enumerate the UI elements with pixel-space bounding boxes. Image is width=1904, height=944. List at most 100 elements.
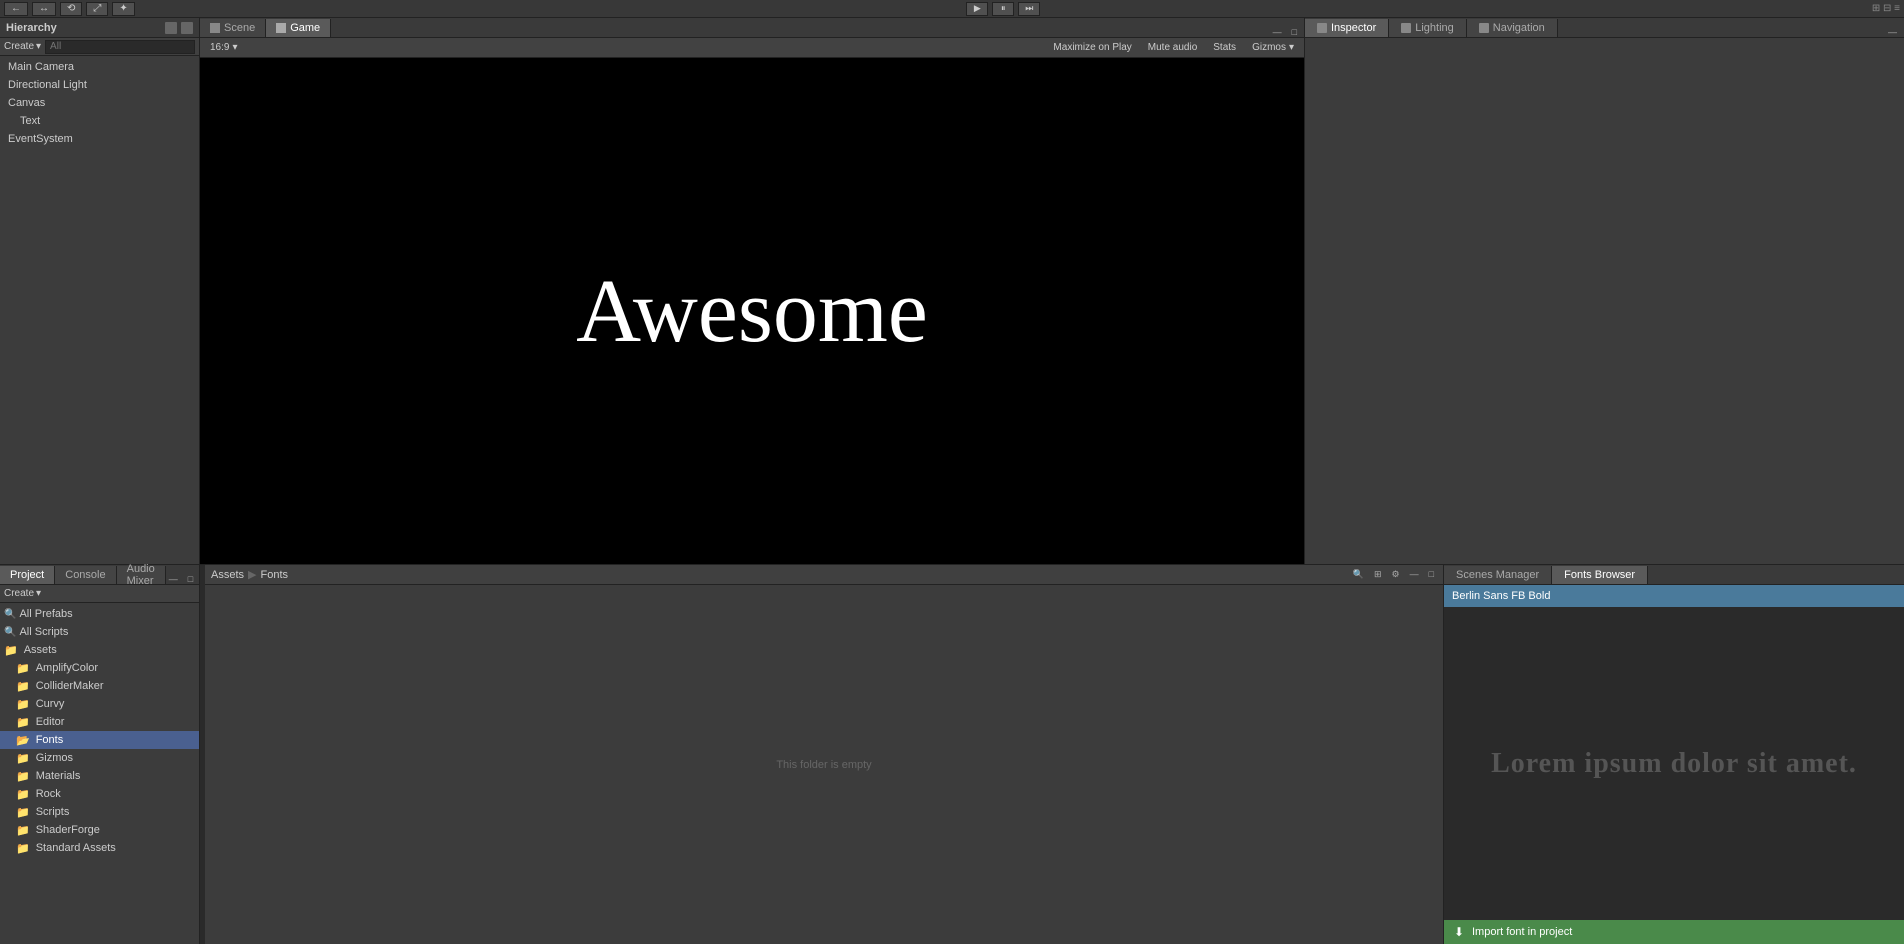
inspector-content (1305, 38, 1904, 564)
file-search-btn[interactable]: 🔍 (1350, 569, 1367, 580)
empty-folder-message: This folder is empty (776, 759, 871, 771)
file-toolbar-right: 🔍 ⊞ ⚙ — □ (1350, 569, 1437, 580)
file-content-area: This folder is empty (205, 585, 1443, 944)
hier-item-canvas[interactable]: Canvas (0, 94, 199, 112)
project-panel: Project Console Audio Mixer — □ Create ▾… (0, 565, 200, 944)
right-panel: Inspector Lighting Navigation — (1304, 18, 1904, 564)
project-minimize[interactable]: — (166, 574, 181, 584)
center-maximize-btn[interactable]: □ (1289, 27, 1300, 37)
gizmos-dropdown[interactable]: Gizmos ▾ (1248, 40, 1298, 56)
tree-fonts[interactable]: 📂 Fonts (0, 731, 199, 749)
project-maximize[interactable]: □ (185, 574, 196, 584)
inspector-tab-icon (1317, 23, 1327, 33)
font-selected-bar: Berlin Sans FB Bold (1444, 585, 1904, 607)
file-maximize-btn[interactable]: □ (1426, 569, 1437, 580)
toolbar-btn-5[interactable]: ✦ (112, 2, 134, 16)
folder-icon-shaderforge: 📁 (16, 824, 30, 837)
tree-rock[interactable]: 📁 Rock (0, 785, 199, 803)
game-tab-icon (276, 23, 286, 33)
hierarchy-create-btn[interactable]: Create ▾ (4, 41, 41, 52)
hier-item-event-system[interactable]: EventSystem (0, 130, 199, 148)
selected-font-name: Berlin Sans FB Bold (1452, 590, 1550, 602)
hierarchy-title: Hierarchy (6, 22, 57, 34)
hier-item-main-camera[interactable]: Main Camera (0, 58, 199, 76)
right-panel-minimize[interactable]: — (1885, 27, 1900, 37)
tab-navigation[interactable]: Navigation (1467, 19, 1558, 37)
project-create-btn[interactable]: Create ▾ (4, 588, 41, 599)
play-button[interactable]: ▶ (966, 2, 988, 16)
center-minimize-btn[interactable]: — (1270, 27, 1285, 37)
view-tabs: Scene Game — □ (200, 18, 1304, 38)
tree-materials[interactable]: 📁 Materials (0, 767, 199, 785)
file-minimize-btn[interactable]: — (1407, 569, 1422, 580)
tree-curvy[interactable]: 📁 Curvy (0, 695, 199, 713)
breadcrumb-assets[interactable]: Assets (211, 569, 244, 581)
tab-scenes-manager[interactable]: Scenes Manager (1444, 566, 1552, 584)
file-view-btn[interactable]: ⊞ (1371, 569, 1385, 580)
toolbar-btn-4[interactable]: ⤢ (86, 2, 108, 16)
tab-audio-mixer[interactable]: Audio Mixer (117, 566, 166, 584)
import-font-label: Import font in project (1472, 926, 1572, 938)
folder-icon-amplify: 📁 (16, 662, 30, 675)
breadcrumb-fonts[interactable]: Fonts (260, 569, 288, 581)
stats-btn[interactable]: Stats (1209, 40, 1240, 56)
hier-item-directional-light[interactable]: Directional Light (0, 76, 199, 94)
mute-audio-btn[interactable]: Mute audio (1144, 40, 1201, 56)
file-settings-btn[interactable]: ⚙ (1388, 569, 1402, 580)
tab-inspector[interactable]: Inspector (1305, 19, 1389, 37)
tree-all-prefabs[interactable]: 🔍 All Prefabs (0, 605, 199, 623)
scene-tab-icon (210, 23, 220, 33)
toolbar-btn-3[interactable]: ⟲ (60, 2, 82, 16)
hierarchy-header-icons (165, 22, 193, 34)
tab-game[interactable]: Game (266, 19, 331, 37)
hierarchy-search-input[interactable] (45, 40, 195, 54)
tree-standard-assets[interactable]: 📁 Standard Assets (0, 839, 199, 857)
search-icon-scripts: 🔍 (4, 627, 16, 638)
hierarchy-menu-icon[interactable] (181, 22, 193, 34)
hier-item-text[interactable]: Text (0, 112, 199, 130)
folder-icon-assets: 📁 (4, 644, 18, 657)
hierarchy-items: Main Camera Directional Light Canvas Tex… (0, 56, 199, 564)
folder-icon-collider: 📁 (16, 680, 30, 693)
tab-project[interactable]: Project (0, 566, 55, 584)
game-toolbar: 16:9 ▾ Maximize on Play Mute audio Stats… (200, 38, 1304, 58)
tree-editor[interactable]: 📁 Editor (0, 713, 199, 731)
folder-icon-fonts: 📂 (16, 734, 30, 747)
tab-lighting[interactable]: Lighting (1389, 19, 1467, 37)
hierarchy-panel: Hierarchy Create ▾ Main Camera Direction… (0, 18, 200, 564)
tree-scripts[interactable]: 📁 Scripts (0, 803, 199, 821)
fonts-preview-area: Lorem ipsum dolor sit amet. (1444, 607, 1904, 920)
top-toolbar: ← ↔ ⟲ ⤢ ✦ ▶ ⏸ ⏭ ⊞ ⊟ ≡ (0, 0, 1904, 18)
folder-icon-rock: 📁 (16, 788, 30, 801)
toolbar-right: ⊞ ⊟ ≡ (1872, 3, 1900, 14)
tree-all-scripts[interactable]: 🔍 All Scripts (0, 623, 199, 641)
game-viewport: Awesome (200, 58, 1304, 564)
main-layout: Hierarchy Create ▾ Main Camera Direction… (0, 18, 1904, 564)
hierarchy-header: Hierarchy (0, 18, 199, 38)
lighting-tab-icon (1401, 23, 1411, 33)
fonts-browser-panel: Scenes Manager Fonts Browser Berlin Sans… (1444, 565, 1904, 944)
step-button[interactable]: ⏭ (1018, 2, 1040, 16)
tab-console[interactable]: Console (55, 566, 116, 584)
project-toolbar: Create ▾ (0, 585, 199, 603)
pause-button[interactable]: ⏸ (992, 2, 1014, 16)
tree-amplify-color[interactable]: 📁 AmplifyColor (0, 659, 199, 677)
toolbar-btn-2[interactable]: ↔ (32, 2, 56, 16)
hierarchy-lock-icon[interactable] (165, 22, 177, 34)
right-panel-tabs: Inspector Lighting Navigation — (1305, 18, 1904, 38)
tree-assets-root[interactable]: 📁 Assets (0, 641, 199, 659)
tree-shader-forge[interactable]: 📁 ShaderForge (0, 821, 199, 839)
maximize-on-play-btn[interactable]: Maximize on Play (1049, 40, 1135, 56)
bottom-section: Project Console Audio Mixer — □ Create ▾… (0, 564, 1904, 944)
toolbar-btn-1[interactable]: ← (4, 2, 28, 16)
import-font-btn[interactable]: ⬇ Import font in project (1444, 920, 1904, 944)
aspect-dropdown[interactable]: 16:9 ▾ (206, 40, 242, 56)
tree-gizmos[interactable]: 📁 Gizmos (0, 749, 199, 767)
game-toolbar-right: Maximize on Play Mute audio Stats Gizmos… (1049, 40, 1298, 56)
hierarchy-toolbar: Create ▾ (0, 38, 199, 56)
center-panel: Scene Game — □ 16:9 ▾ Maximize on Play (200, 18, 1304, 564)
tab-scene[interactable]: Scene (200, 19, 266, 37)
awesome-text-display: Awesome (576, 260, 928, 363)
tree-collider-maker[interactable]: 📁 ColliderMaker (0, 677, 199, 695)
tab-fonts-browser[interactable]: Fonts Browser (1552, 566, 1648, 584)
